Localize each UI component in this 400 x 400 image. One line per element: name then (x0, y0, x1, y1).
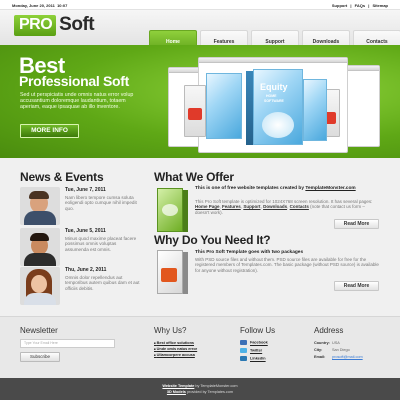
features-link[interactable]: Features (222, 204, 241, 209)
templatemonster-link[interactable]: TemplateMonster.com (305, 186, 355, 191)
why-us-title: Why Us? (154, 326, 187, 335)
top-links: Support | FAQs | Sitemap (331, 3, 388, 8)
date-time: Monday, June 20, 2011 10:07 (12, 3, 68, 8)
news-text: Omnis dolor repellendus aut temporibus a… (65, 275, 140, 291)
avatar (20, 187, 60, 225)
footer: Newsletter Type Your Email Here Subscrib… (0, 316, 400, 378)
news-text: Nam libero tempore cumsa soluta eoligend… (65, 195, 137, 211)
hero-subtitle: Professional Soft (19, 73, 130, 89)
subscribe-button[interactable]: Subscribe (20, 352, 60, 362)
offer-title: What We Offer (154, 170, 234, 184)
contacts-link[interactable]: Contacts (290, 204, 309, 209)
downloads-link[interactable]: Downloads (263, 204, 287, 209)
linkedin-link[interactable]: Linkedin (240, 356, 266, 361)
facebook-icon (240, 340, 247, 345)
address-city: City: San Diego (314, 348, 350, 352)
3d-models-link[interactable]: 3D Models (167, 390, 186, 394)
product-box-main: Equity HOME SOFTWARE (253, 69, 303, 145)
header: PRO Soft Home Features Support Downloads… (0, 10, 400, 55)
address-title: Address (314, 326, 344, 335)
twitter-link[interactable]: Twitter (240, 348, 262, 353)
news-date: Thu, June 2, 2011 (65, 267, 107, 273)
list-item[interactable]: Thu, June 2, 2011 Omnis dolor repellendu… (20, 267, 140, 309)
sitemap-link[interactable]: Sitemap (372, 3, 388, 8)
logo-box: PRO (14, 14, 57, 36)
avatar (20, 267, 60, 305)
news-text: Minus quod maxime placeat facere possimu… (65, 236, 137, 252)
logo[interactable]: PRO Soft (14, 14, 95, 36)
support-link[interactable]: Support (332, 3, 347, 8)
news-date: Tue, June 5, 2011 (65, 228, 106, 234)
linkedin-icon (240, 356, 247, 361)
list-item[interactable]: Tue, June 5, 2011 Minus quod maxime plac… (20, 228, 140, 270)
more-info-button[interactable]: MORE INFO (20, 124, 79, 138)
list-item[interactable]: Tue, June 7, 2011 Nam libero tempore cum… (20, 187, 140, 229)
credit-line-2: 3D Models provided by Templates.com (166, 390, 234, 394)
product-box-small (184, 85, 206, 137)
news-date: Tue, June 7, 2011 (65, 187, 106, 193)
address-country: Country: USA (314, 341, 340, 345)
credit-line-1: Website Template by TemplateMonster.com (162, 384, 238, 388)
logo-text: Soft (59, 14, 95, 35)
copyright-bar: Website Template by TemplateMonster.com … (0, 378, 400, 400)
twitter-icon (240, 348, 247, 353)
why-us-link[interactable]: Best office solutions (154, 341, 194, 345)
home-page-link[interactable]: Home Page (195, 204, 220, 209)
email-link[interactable]: prosoft@mail.com (332, 355, 363, 359)
product-box-front (303, 79, 327, 141)
why-title: Why Do You Need It? (154, 233, 271, 247)
newsletter-email-input[interactable]: Type Your Email Here (20, 339, 115, 348)
hero-text: Sed ut perspiciatis unde omnis natus err… (20, 92, 134, 111)
top-bar: Monday, June 20, 2011 10:07 Support | FA… (0, 0, 400, 10)
why-read-more-button[interactable]: Read More (334, 281, 379, 291)
website-template-link[interactable]: Website Template (162, 384, 194, 388)
newsletter-title: Newsletter (20, 326, 58, 335)
support-page-link[interactable]: Support (243, 204, 260, 209)
why-us-link[interactable]: Ullamcorpere accusa (154, 353, 195, 357)
follow-us-title: Follow Us (240, 326, 276, 335)
faqs-link[interactable]: FAQs (355, 3, 365, 8)
why-text: With PSD source files and without them. … (195, 257, 379, 273)
why-heading: This Pro Soft Template goes with two pac… (195, 250, 304, 255)
hero-banner: Best Professional Soft Sed ut perspiciat… (0, 45, 400, 158)
offer-read-more-button[interactable]: Read More (334, 219, 379, 229)
offer-product-image (154, 186, 190, 236)
offer-heading: This is one of free website templates cr… (195, 186, 356, 191)
product-label: Equity (260, 82, 288, 92)
offer-text: This Pro Soft template is optimized for … (195, 199, 373, 215)
address-email: Email: prosoft@mail.com (314, 355, 363, 359)
product-box-back (206, 73, 242, 139)
news-title: News & Events (20, 170, 104, 184)
avatar (20, 228, 60, 266)
why-product-image (154, 248, 190, 298)
why-us-link[interactable]: Unde omis natus error (154, 347, 198, 351)
facebook-link[interactable]: Facebook (240, 340, 268, 345)
